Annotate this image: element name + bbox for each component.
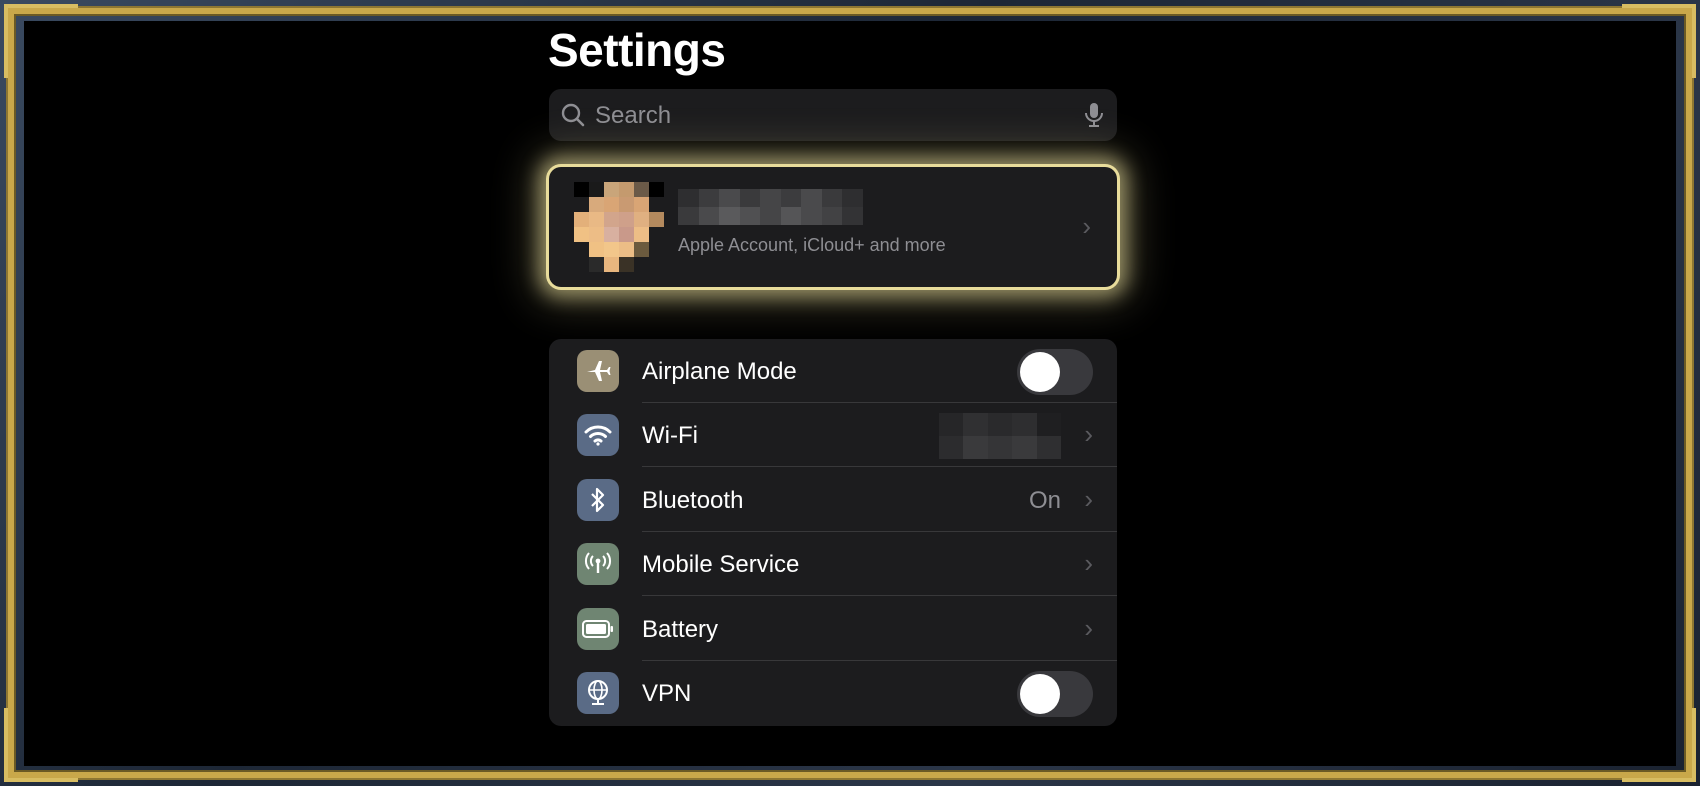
wifi-label: Wi-Fi (642, 422, 698, 449)
globe-icon (577, 672, 619, 714)
bluetooth-icon (577, 479, 619, 521)
antenna-icon (577, 543, 619, 585)
wifi-network-obscured (939, 413, 1061, 459)
chevron-right-icon: › (1084, 419, 1093, 449)
avatar (574, 182, 664, 272)
mobile-service-label: Mobile Service (642, 551, 800, 578)
settings-row-vpn[interactable]: VPN (549, 661, 1117, 725)
wifi-icon (577, 414, 619, 456)
vpn-label: VPN (642, 680, 692, 707)
settings-screen: Settings Search Apple Account, iCloud+ a… (24, 21, 1676, 766)
bluetooth-status: On (1028, 487, 1061, 514)
airplane-mode-toggle[interactable] (1017, 349, 1093, 395)
microphone-icon[interactable] (1083, 101, 1105, 134)
account-subtitle: Apple Account, iCloud+ and more (678, 235, 946, 255)
chevron-right-icon: › (1084, 613, 1093, 643)
connectivity-settings-group: Airplane Mode Wi-Fi › Bluetooth On › Mob… (549, 339, 1117, 726)
toggle-knob (1020, 352, 1060, 392)
search-placeholder: Search (595, 102, 672, 129)
chevron-right-icon: › (1084, 548, 1093, 578)
search-icon (560, 102, 586, 133)
chevron-right-icon: › (1082, 211, 1091, 241)
settings-row-mobile-service[interactable]: Mobile Service › (549, 532, 1117, 596)
search-field[interactable]: Search (549, 89, 1117, 141)
apple-account-row[interactable]: Apple Account, iCloud+ and more › (549, 167, 1117, 287)
settings-row-bluetooth[interactable]: Bluetooth On › (549, 468, 1117, 532)
airplane-mode-label: Airplane Mode (642, 358, 797, 385)
battery-label: Battery (642, 616, 719, 643)
bluetooth-label: Bluetooth (642, 487, 744, 514)
airplane-icon (577, 350, 619, 392)
settings-row-wifi[interactable]: Wi-Fi › (549, 403, 1117, 467)
divider (642, 466, 1117, 467)
account-name-obscured (678, 189, 863, 225)
page-title: Settings (548, 24, 726, 76)
divider (642, 595, 1117, 596)
toggle-knob (1020, 674, 1060, 714)
settings-row-airplane-mode[interactable]: Airplane Mode (549, 339, 1117, 403)
vpn-toggle[interactable] (1017, 671, 1093, 717)
chevron-right-icon: › (1084, 484, 1093, 514)
battery-icon (577, 608, 619, 650)
settings-row-battery[interactable]: Battery › (549, 597, 1117, 661)
